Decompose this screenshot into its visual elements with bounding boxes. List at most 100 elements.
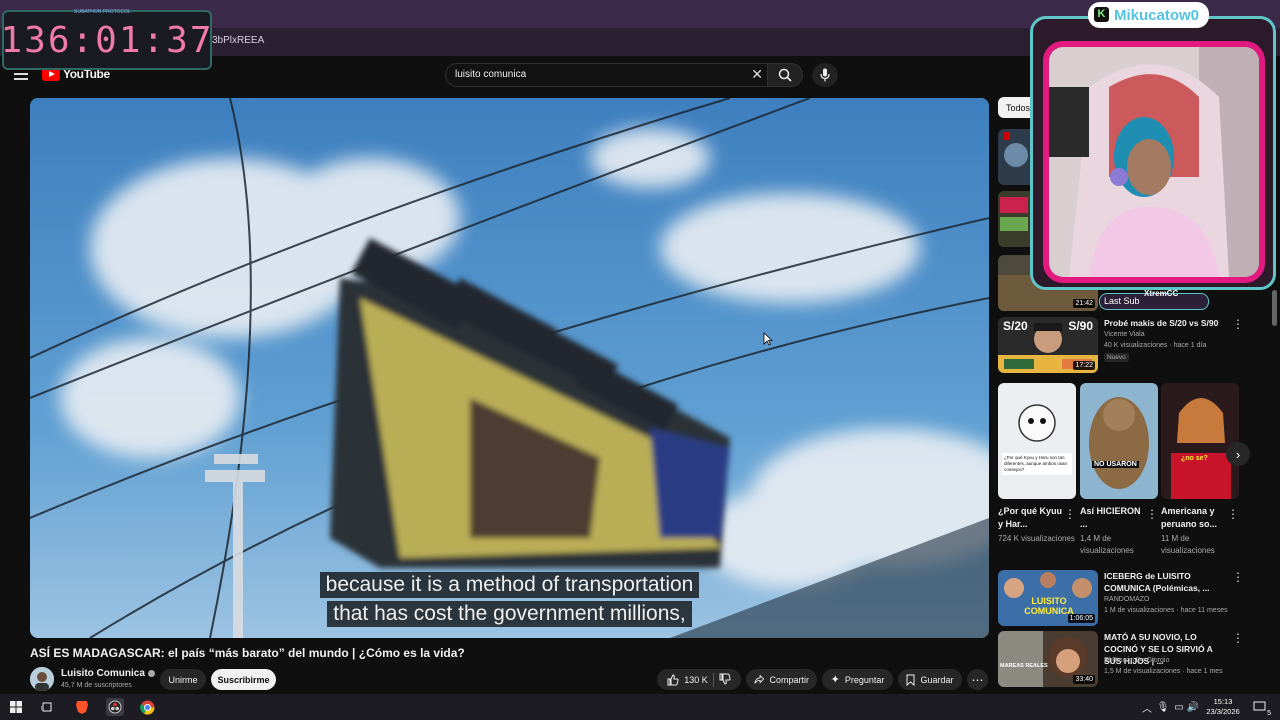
duration-badge: 33:40 xyxy=(1073,675,1095,684)
ask-label: Preguntar xyxy=(844,674,885,685)
short-caption: NO USARON xyxy=(1092,461,1139,468)
brave-browser-icon[interactable] xyxy=(73,698,91,716)
more-vertical-icon[interactable]: ⋮ xyxy=(1232,570,1244,584)
search-icon xyxy=(778,68,792,82)
more-vertical-icon[interactable]: ⋮ xyxy=(1232,631,1244,645)
thumbnail: S/20 S/90 17:22 xyxy=(998,317,1098,373)
duration-badge: 21:42 xyxy=(1073,299,1095,308)
rec-channel[interactable]: Vicente Viala xyxy=(1104,331,1145,338)
short-title[interactable]: Así HICIERON ... xyxy=(1080,505,1144,531)
shorts-next-button[interactable]: › xyxy=(1226,442,1250,466)
last-sub-label: Last Sub xyxy=(1104,296,1140,306)
last-sub-widget: Last Sub XtremCC xyxy=(1099,289,1209,310)
share-button[interactable]: Compartir xyxy=(746,669,817,690)
obs-icon[interactable] xyxy=(106,698,124,716)
short-2[interactable]: NO USARON Así HICIERON ... 1,4 M de visu… xyxy=(1080,383,1158,557)
chevron-right-icon: › xyxy=(1235,446,1241,462)
share-icon xyxy=(754,674,765,684)
rec-meta: 40 K visualizaciones · hace 1 día xyxy=(1104,342,1207,349)
chrome-logo-icon xyxy=(139,700,155,715)
voice-search-button[interactable] xyxy=(812,63,838,87)
short-title[interactable]: ¿Por qué Kyuu y Har... xyxy=(998,505,1062,531)
sparkle-icon: ✦ xyxy=(830,674,840,686)
short-thumbnail: ¿Por qué Kyuu y Haru son tan diferentes,… xyxy=(998,383,1076,499)
task-view-glyph xyxy=(41,702,52,712)
subscriber-count: 45,7 M de suscriptores xyxy=(61,682,132,689)
dislike-button[interactable] xyxy=(719,673,731,687)
subscribe-button[interactable]: Suscribirme xyxy=(211,669,276,690)
thumb-text: MAREAS REALES xyxy=(1000,663,1048,669)
more-vertical-icon[interactable]: ⋮ xyxy=(1146,507,1158,521)
video-player[interactable]: because it is a method of transportation… xyxy=(30,98,989,638)
duration-badge: 1:06:05 xyxy=(1067,614,1095,623)
timer-top-label: SUBATHON PROTOCOL xyxy=(74,9,131,15)
kick-icon: K xyxy=(1094,7,1109,22)
clock-date: 23/3/2026 xyxy=(1206,707,1240,716)
bookmark-icon xyxy=(906,674,915,686)
chrome-icon[interactable] xyxy=(138,698,156,716)
short-1[interactable]: ¿Por qué Kyuu y Haru son tan diferentes,… xyxy=(998,383,1076,545)
notifications-icon[interactable]: 5 xyxy=(1251,698,1271,717)
task-view-icon[interactable] xyxy=(38,698,56,716)
thumb-text-right: S/90 xyxy=(1068,319,1093,333)
like-button[interactable]: 130 K xyxy=(667,673,708,686)
caption-text-2: that has cost the government millions, xyxy=(327,601,692,627)
windows-taskbar: ︿ 🎙 ▭ 🔊 15:13 23/3/2026 5 xyxy=(0,694,1280,720)
clock-time: 15:13 xyxy=(1213,697,1233,706)
join-button[interactable]: Unirme xyxy=(160,669,206,690)
streamer-name-banner: K Mikucatow0 xyxy=(1088,2,1210,28)
share-label: Compartir xyxy=(769,674,809,685)
notification-count: 5 xyxy=(1267,710,1271,717)
thumb-text-left: S/20 xyxy=(1003,319,1028,333)
page-scrollbar[interactable] xyxy=(1272,290,1277,326)
search-query[interactable]: luisito comunica xyxy=(455,69,526,80)
streamer-name: Mikucatow0 xyxy=(1114,6,1200,24)
url-text[interactable]: 3bPlxREEA xyxy=(212,35,264,46)
short-thumbnail: ¿no se? xyxy=(1161,383,1239,499)
webcam-overlay: K Mikucatow0 xyxy=(1030,2,1276,290)
clock[interactable]: 15:13 23/3/2026 xyxy=(1200,697,1246,717)
short-views: 724 K visualizaciones xyxy=(998,534,1075,543)
more-actions-button[interactable]: ⋯ xyxy=(967,669,988,690)
rec-title[interactable]: ICEBERG de LUISITO COMUNICA (Polémicas, … xyxy=(1104,570,1226,594)
channel-name[interactable]: Luisito Comunica xyxy=(61,668,155,679)
short-3[interactable]: ¿no se? Americana y peruano so... 11 M d… xyxy=(1161,383,1239,557)
search-input[interactable]: luisito comunica ✕ xyxy=(445,63,768,87)
channel-name-text[interactable]: Luisito Comunica xyxy=(61,668,145,679)
timer-value: 136:01:37 xyxy=(0,19,214,61)
save-label: Guardar xyxy=(920,674,954,685)
more-vertical-icon[interactable]: ⋮ xyxy=(1064,507,1076,521)
short-caption: ¿Por qué Kyuu y Haru son tan diferentes,… xyxy=(1004,455,1068,472)
rec-meta: 1 M de visualizaciones · hace 11 meses xyxy=(1104,607,1228,614)
subtitle-line-1: because it is a method of transportation xyxy=(30,572,989,598)
divider xyxy=(712,672,714,687)
video-title: ASÍ ES MADAGASCAR: el país “más barato” … xyxy=(30,646,465,660)
duration-badge: 17:22 xyxy=(1073,361,1095,370)
ask-button[interactable]: ✦ Preguntar xyxy=(822,669,893,690)
notification-bubble-icon xyxy=(1253,701,1266,711)
windows-start-icon[interactable] xyxy=(7,698,25,716)
thumbnail: LUISITO COMUNICA 1:06:05 xyxy=(998,570,1098,626)
save-button[interactable]: Guardar xyxy=(898,669,962,690)
short-thumbnail: NO USARON xyxy=(1080,383,1158,499)
verified-icon xyxy=(147,669,155,677)
obs-logo-icon xyxy=(108,700,122,714)
short-image xyxy=(1161,383,1239,499)
video-frame xyxy=(30,98,989,638)
short-title[interactable]: Americana y peruano so... xyxy=(1161,505,1225,531)
webcam-feed xyxy=(1043,41,1265,283)
short-views: 11 M de visualizaciones xyxy=(1161,534,1215,555)
search-button[interactable] xyxy=(767,63,803,87)
screen: 3bPlxREEA YouTube luisito comunica ✕ SUB… xyxy=(0,0,1280,720)
more-vertical-icon[interactable]: ⋮ xyxy=(1227,507,1239,521)
thumbnail: MAREAS REALES 33:40 xyxy=(998,631,1098,687)
clear-search-icon[interactable]: ✕ xyxy=(751,66,763,83)
more-horizontal-icon: ⋯ xyxy=(971,672,984,687)
channel-avatar[interactable] xyxy=(30,667,54,691)
rec-title[interactable]: Probé makis de S/20 vs S/90 xyxy=(1104,317,1226,329)
rec-channel[interactable]: RANDOMAZO xyxy=(1104,596,1150,603)
short-image xyxy=(1080,383,1158,499)
windows-logo-icon xyxy=(10,701,22,713)
rec-channel[interactable]: El Rincón De Giorgio xyxy=(1104,657,1169,664)
more-vertical-icon[interactable]: ⋮ xyxy=(1232,317,1244,331)
